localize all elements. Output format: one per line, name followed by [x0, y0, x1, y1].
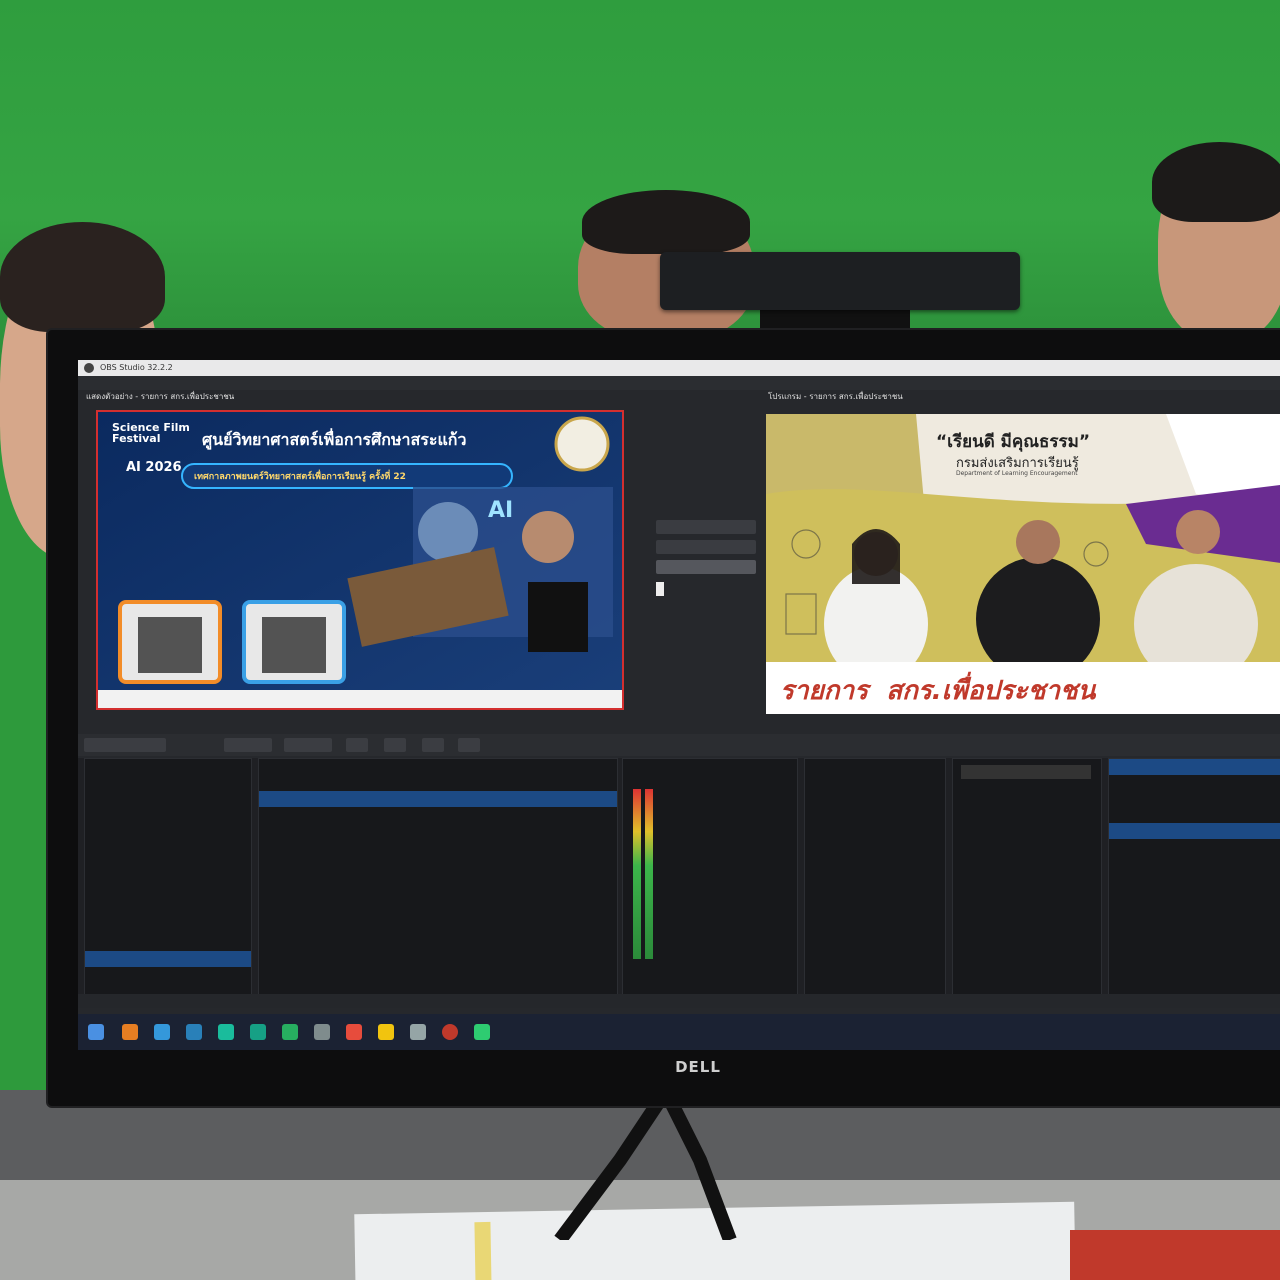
- audio-level-meter: [633, 789, 641, 959]
- start-recording-button[interactable]: [1109, 775, 1280, 791]
- menu-bar[interactable]: [78, 376, 1280, 390]
- audio-level-meter-2: [645, 789, 653, 959]
- start-icon[interactable]: [88, 1024, 104, 1040]
- folder-icon[interactable]: [378, 1024, 394, 1040]
- person-right-hair: [1152, 142, 1280, 222]
- docks-area: [78, 758, 1280, 1008]
- previous-icon[interactable]: [384, 738, 406, 752]
- audio-mixer-dock: [622, 758, 798, 998]
- photo-scene: OBS Studio 32.2.2 แสดงตัวอย่าง - รายการ …: [0, 0, 1280, 1280]
- person-center-hair: [582, 190, 750, 254]
- chrome-icon[interactable]: [346, 1024, 362, 1040]
- status-bar: [78, 994, 1280, 1008]
- exit-button[interactable]: [1109, 839, 1280, 855]
- monitor-brand-logo: DELL: [675, 1058, 721, 1076]
- title-bar: OBS Studio 32.2.2: [78, 360, 1280, 376]
- controls-bar: [78, 734, 1280, 756]
- windows-taskbar: [78, 1014, 1280, 1050]
- multiple-output-dock: [952, 758, 1102, 998]
- selected-source[interactable]: [259, 791, 617, 807]
- transition-slider[interactable]: [656, 582, 664, 596]
- pause-icon[interactable]: [346, 738, 368, 752]
- obs-taskbar-icon[interactable]: [442, 1024, 458, 1040]
- program-slogan: “เรียนดี มีคุณธรรม”: [936, 432, 1091, 452]
- webcam: [660, 252, 1020, 310]
- transitions-dock: [804, 758, 946, 998]
- filters-button[interactable]: [284, 738, 332, 752]
- line-icon[interactable]: [474, 1024, 490, 1040]
- app-icon-8[interactable]: [410, 1024, 426, 1040]
- stop-icon[interactable]: [422, 738, 444, 752]
- app-icon-7[interactable]: [314, 1024, 330, 1040]
- sources-dock: [258, 758, 618, 998]
- transition-button-2[interactable]: [656, 540, 756, 554]
- program-department-en: Department of Learning Encouragement: [956, 470, 1078, 477]
- program-canvas: “เรียนดี มีคุณธรรม” กรมส่งเสริมการเรียนร…: [766, 414, 1280, 714]
- app-icon-3[interactable]: [186, 1024, 202, 1040]
- studio-mode-button[interactable]: [1109, 791, 1280, 807]
- settings-button[interactable]: [1109, 807, 1280, 823]
- scene-name-field[interactable]: [84, 738, 166, 752]
- transition-button-1[interactable]: [656, 520, 756, 534]
- preview-canvas[interactable]: Science Film Festival AI 2026 ศูนย์วิทยา…: [96, 410, 624, 710]
- program-title: โปรแกรม - รายการ สกร.เพื่อประชาชน: [768, 392, 903, 401]
- next-icon[interactable]: [458, 738, 480, 752]
- selected-scene[interactable]: [85, 951, 251, 967]
- preview-title: แสดงตัวอย่าง - รายการ สกร.เพื่อประชาชน: [86, 392, 235, 401]
- poster-heading: ศูนย์วิทยาศาสตร์เพื่อการศึกษาสระแก้ว: [202, 430, 467, 449]
- transition-select[interactable]: [656, 560, 756, 574]
- app-icon-6[interactable]: [282, 1024, 298, 1040]
- preview-poster-art: [98, 412, 622, 708]
- scenes-dock: [84, 758, 252, 998]
- poster-ai-badge: AI: [488, 498, 514, 523]
- start-streaming-button[interactable]: [1109, 759, 1280, 775]
- controls-dock: [1108, 758, 1280, 998]
- app-icon-5[interactable]: [250, 1024, 266, 1040]
- add-target-button[interactable]: [961, 765, 1091, 779]
- festival-logo: Science Film Festival: [112, 421, 190, 445]
- monitor: OBS Studio 32.2.2 แสดงตัวอย่าง - รายการ …: [48, 330, 1280, 1106]
- poster-subheading: เทศกาลภาพยนตร์วิทยาศาสตร์เพื่อการเรียนรู…: [194, 472, 406, 482]
- virtual-camera-button[interactable]: [1109, 823, 1280, 839]
- app-icon-1[interactable]: [122, 1024, 138, 1040]
- app-icon-2[interactable]: [154, 1024, 170, 1040]
- program-lower-third: รายการ สกร.เพื่อประชาชน: [780, 676, 1096, 706]
- festival-year-logo: AI 2026: [126, 460, 182, 475]
- obs-window: OBS Studio 32.2.2 แสดงตัวอย่าง - รายการ …: [78, 360, 1280, 1050]
- obs-logo-icon: [84, 363, 94, 373]
- red-folder: [1070, 1230, 1280, 1280]
- monitor-stand: [554, 1100, 737, 1240]
- app-icon-4[interactable]: [218, 1024, 234, 1040]
- gear-button[interactable]: [224, 738, 272, 752]
- app-title: OBS Studio 32.2.2: [100, 363, 173, 372]
- person-left-hair: [0, 222, 165, 332]
